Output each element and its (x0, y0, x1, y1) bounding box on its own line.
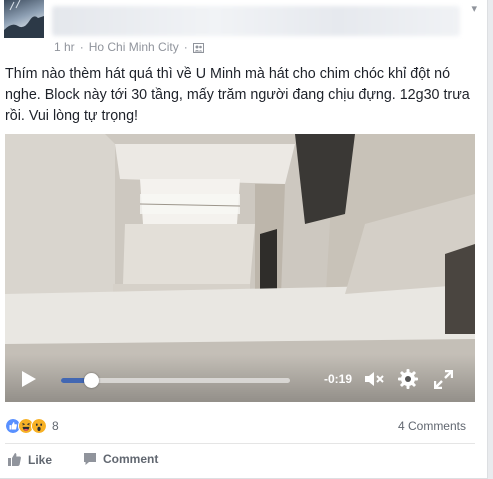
friends-icon[interactable] (192, 42, 204, 53)
post-menu-chevron-icon[interactable]: ▾ (471, 2, 477, 15)
comment-button[interactable]: Comment (83, 452, 158, 466)
video-time-remaining: -0:19 (324, 372, 353, 386)
video-progress-track[interactable] (61, 373, 290, 388)
divider (5, 443, 475, 444)
reaction-count: 8 (52, 419, 59, 433)
comment-label: Comment (103, 452, 159, 466)
mute-icon[interactable] (365, 371, 385, 387)
meta-separator: · (79, 40, 84, 54)
meta-separator-2: · (183, 40, 188, 54)
avatar[interactable] (4, 0, 44, 38)
comments-count-link[interactable]: 4 Comments (398, 419, 466, 433)
post-location[interactable]: Ho Chi Minh City (89, 40, 179, 54)
post-meta: 1 hr · Ho Chi Minh City · (54, 40, 204, 54)
post-body-text: Thím nào thèm hát quá thì về U Minh mà h… (5, 66, 470, 124)
fullscreen-icon[interactable] (433, 369, 454, 390)
reactions-summary[interactable]: 8 (5, 418, 59, 434)
video-scrubber-handle[interactable] (83, 373, 99, 388)
wow-icon (31, 418, 47, 434)
thumbs-up-icon (8, 453, 21, 466)
author-name-redacted (52, 6, 460, 36)
feed-post: ▾ 1 hr · Ho Chi Minh City · Thím nào thè… (0, 0, 488, 479)
play-icon[interactable] (21, 370, 37, 388)
video-player[interactable]: -0:19 (5, 134, 475, 402)
comment-bubble-icon (84, 453, 96, 465)
like-label: Like (28, 452, 53, 467)
video-controls: -0:19 (5, 354, 475, 402)
post-timestamp[interactable]: 1 hr (54, 40, 75, 54)
like-button[interactable]: Like (7, 452, 52, 467)
gear-icon[interactable] (398, 369, 418, 389)
